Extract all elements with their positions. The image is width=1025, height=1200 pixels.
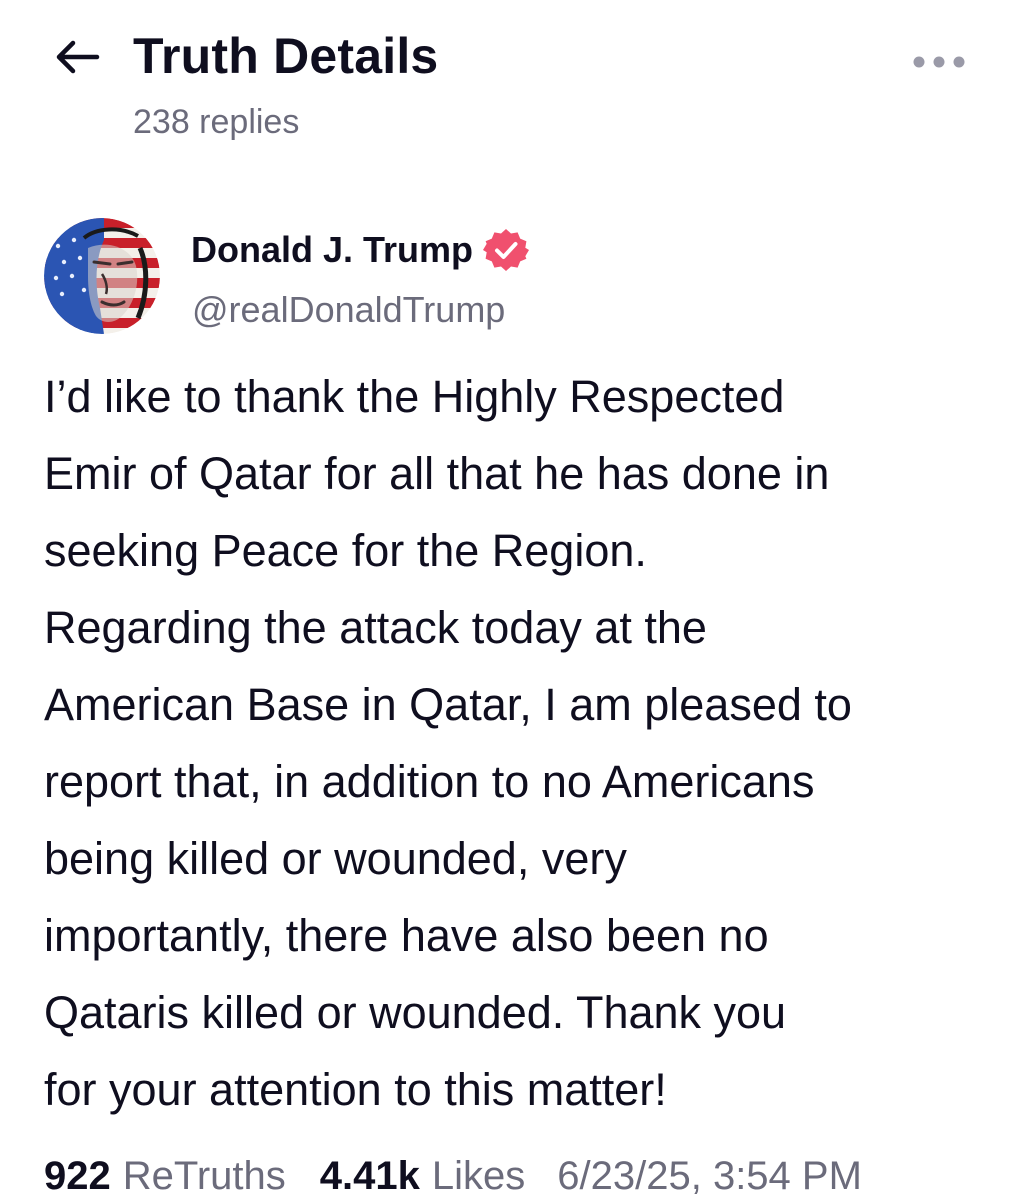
post-text-line: seeking Peace for the Region. (44, 525, 647, 576)
verified-badge-icon (483, 229, 530, 271)
post-text-line: Qataris killed or wounded. Thank you (44, 987, 787, 1038)
post-text-line: report that, in addition to no Americans (44, 756, 815, 807)
author-handle[interactable]: @realDonaldTrump (192, 286, 505, 334)
avatar[interactable] (44, 218, 160, 334)
post-stats: 922 ReTruths 4.41k Likes 6/23/25, 3:54 P… (44, 1150, 862, 1200)
retruths-stat[interactable]: 922 ReTruths (44, 1150, 286, 1200)
avatar-flag-portrait (44, 218, 160, 334)
post-text-line: I’d like to thank the Highly Respected (44, 371, 785, 422)
likes-label: Likes (431, 1154, 526, 1198)
replies-count: 238 replies (133, 103, 300, 141)
likes-stat[interactable]: 4.41k Likes (320, 1150, 526, 1200)
post-text-line: American Base in Qatar, I am pleased to (44, 679, 852, 730)
retruths-count: 922 (44, 1154, 111, 1198)
truth-details-screen: Truth Details 238 replies Donald J. Trum… (0, 0, 1025, 1200)
back-button[interactable] (50, 30, 104, 84)
arrow-left-icon (56, 40, 100, 74)
author-name-row[interactable]: Donald J. Trump (191, 226, 530, 274)
post-text-line: for your attention to this matter! (44, 1064, 667, 1115)
post-text-line: importantly, there have also been no (44, 910, 769, 961)
post-text-line: Regarding the attack today at the (44, 602, 707, 653)
post-text-line: being killed or wounded, very (44, 833, 627, 884)
more-horizontal-icon (913, 56, 965, 68)
post-text: I’d like to thank the Highly Respected E… (44, 358, 994, 1128)
author-name: Donald J. Trump (191, 229, 474, 270)
likes-count: 4.41k (319, 1154, 420, 1198)
post-timestamp: 6/23/25, 3:54 PM (557, 1154, 862, 1198)
page-title: Truth Details (133, 28, 439, 84)
post-text-line: Emir of Qatar for all that he has done i… (44, 448, 830, 499)
retruths-label: ReTruths (122, 1154, 286, 1198)
more-options-button[interactable] (906, 44, 972, 80)
